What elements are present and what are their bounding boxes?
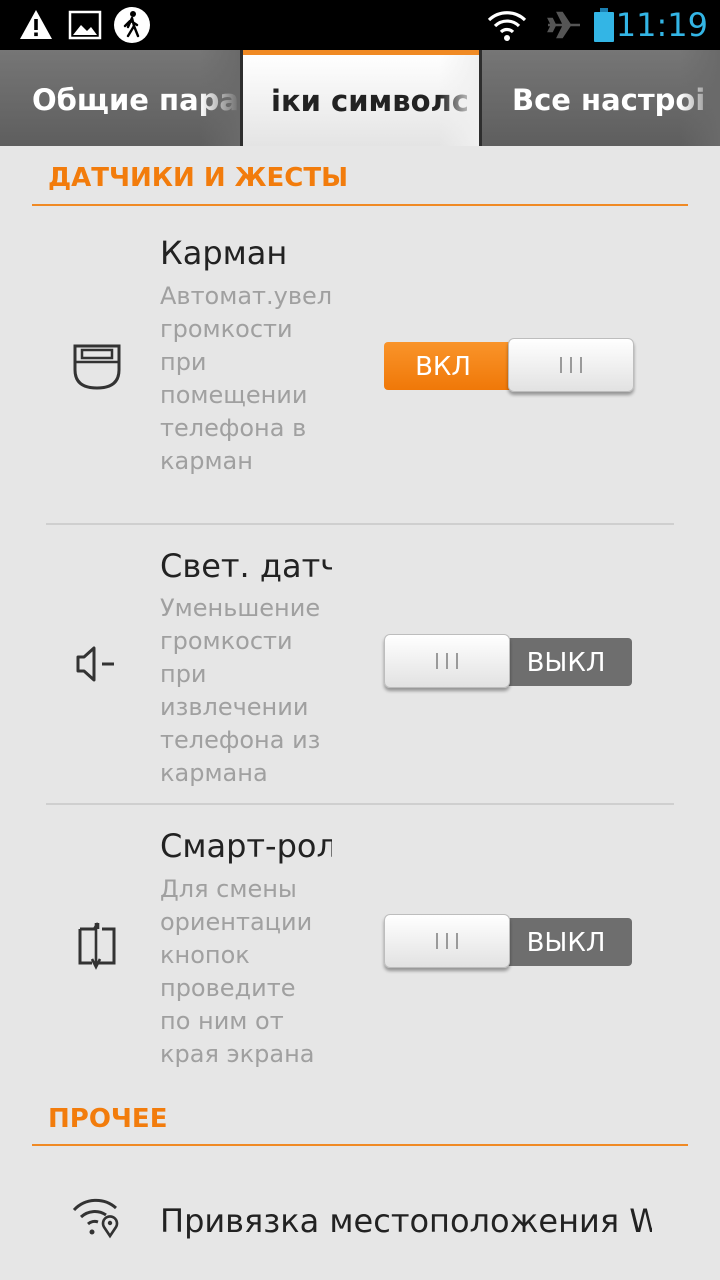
setting-title: Свет. датч bbox=[160, 547, 332, 585]
toggle-knob[interactable] bbox=[508, 338, 634, 392]
setting-description: Для смены ориентации кнопок проведите по… bbox=[160, 875, 315, 1068]
light-sensor-toggle[interactable]: ВЫКЛ bbox=[384, 634, 632, 688]
setting-description: Автомат.увеличение громкости при помещен… bbox=[160, 282, 332, 475]
pocket-icon bbox=[70, 340, 124, 394]
tab-gestures[interactable]: іки символс bbox=[243, 50, 479, 146]
rotate-buttons-icon bbox=[70, 919, 124, 973]
toggle-off-label: ВЫКЛ bbox=[500, 918, 632, 966]
tab-label: Все настроі bbox=[512, 83, 706, 117]
warning-icon bbox=[16, 6, 56, 44]
setting-row-pocket[interactable]: Карман Автомат.увеличение громкости при … bbox=[0, 206, 720, 524]
setting-title: Привязка местоположения W bbox=[160, 1202, 652, 1240]
wifi-icon bbox=[486, 6, 528, 44]
status-bar: 11:19 bbox=[0, 0, 720, 50]
speaker-minus-icon bbox=[70, 637, 124, 691]
tab-label: іки символс bbox=[271, 84, 469, 118]
walking-person-icon bbox=[112, 6, 152, 44]
toggle-knob[interactable] bbox=[384, 914, 510, 968]
setting-row-smart-rotation[interactable]: Смарт-рол Для смены ориентации кнопок пр… bbox=[0, 805, 720, 1085]
image-icon bbox=[66, 6, 104, 44]
setting-title: Карман bbox=[160, 234, 288, 272]
wifi-location-icon bbox=[70, 1194, 124, 1248]
section-header-sensors: ДАТЧИКИ И ЖЕСТЫ bbox=[48, 163, 349, 193]
setting-title: Смарт-рол bbox=[160, 827, 332, 865]
setting-row-wifi-location[interactable]: Привязка местоположения W bbox=[0, 1146, 720, 1280]
toggle-off-label: ВЫКЛ bbox=[500, 638, 632, 686]
tab-bar: Общие пара іки символс Все настроі bbox=[0, 50, 720, 146]
setting-description: Уменьшение громкости при извлечении теле… bbox=[160, 594, 321, 787]
tab-all-settings[interactable]: Все настроі bbox=[482, 50, 720, 146]
airplane-icon bbox=[544, 6, 584, 44]
toggle-on-label: ВКЛ bbox=[384, 342, 516, 390]
smart-rotation-toggle[interactable]: ВЫКЛ bbox=[384, 914, 632, 968]
tab-general[interactable]: Общие пара bbox=[0, 50, 240, 146]
battery-icon bbox=[592, 6, 616, 44]
pocket-toggle[interactable]: ВКЛ bbox=[384, 338, 634, 392]
toggle-knob[interactable] bbox=[384, 634, 510, 688]
clock: 11:19 bbox=[615, 6, 708, 44]
section-header-other: ПРОЧЕЕ bbox=[48, 1104, 168, 1134]
setting-row-light-sensor[interactable]: Свет. датч Уменьшение громкости при извл… bbox=[0, 525, 720, 803]
